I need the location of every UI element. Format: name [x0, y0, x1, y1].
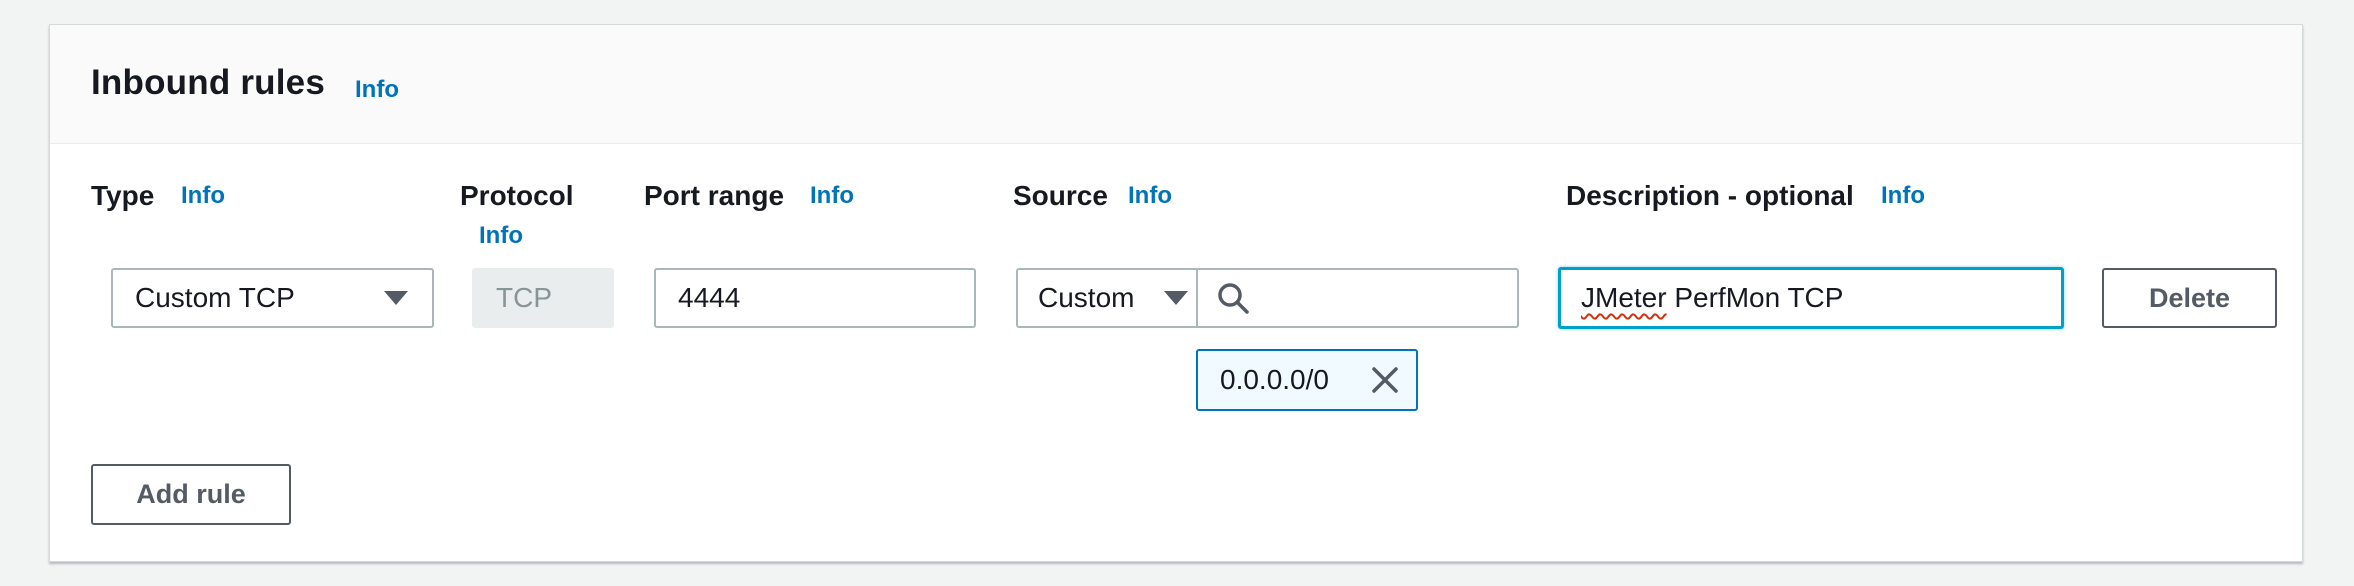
source-cidr-value: 0.0.0.0/0	[1220, 364, 1329, 395]
source-type-select[interactable]: Custom	[1016, 268, 1198, 328]
protocol-info-link[interactable]: Info	[479, 222, 523, 250]
port-range-info-link[interactable]: Info	[810, 182, 854, 210]
protocol-label: Protocol	[460, 180, 574, 211]
port-range-input[interactable]: 4444	[654, 268, 976, 328]
protocol-value: TCP	[496, 282, 552, 313]
description-value-rest: PerfMon TCP	[1666, 282, 1844, 313]
type-label: Type	[91, 180, 155, 211]
close-icon[interactable]	[1370, 365, 1400, 395]
panel-title: Inbound rules	[91, 63, 325, 102]
source-search-input[interactable]	[1196, 268, 1519, 328]
source-info-link[interactable]: Info	[1128, 182, 1172, 210]
caret-down-icon	[384, 291, 408, 305]
protocol-field: TCP	[472, 268, 614, 328]
description-label: Description - optional	[1566, 180, 1854, 211]
description-input[interactable]: JMeter PerfMon TCP	[1558, 267, 2064, 329]
type-select-value: Custom TCP	[135, 282, 295, 313]
inbound-rules-panel: Inbound rules Info Type Info Protocol In…	[49, 24, 2303, 562]
description-info-link[interactable]: Info	[1881, 182, 1925, 210]
search-icon	[1218, 283, 1249, 314]
source-type-value: Custom	[1038, 282, 1135, 313]
caret-down-icon	[1164, 291, 1188, 305]
type-info-link[interactable]: Info	[181, 182, 225, 210]
spellcheck-word: JMeter	[1581, 282, 1667, 313]
panel-header: Inbound rules Info	[50, 25, 2302, 144]
description-value: JMeter PerfMon TCP	[1561, 282, 1843, 314]
delete-rule-button[interactable]: Delete	[2102, 268, 2277, 328]
add-rule-button[interactable]: Add rule	[91, 464, 291, 525]
source-cidr-token: 0.0.0.0/0	[1196, 349, 1418, 411]
title-info-link[interactable]: Info	[355, 76, 399, 104]
port-range-label: Port range	[644, 180, 785, 211]
source-label: Source	[1013, 180, 1108, 211]
type-select[interactable]: Custom TCP	[111, 268, 434, 328]
port-range-value: 4444	[678, 282, 741, 313]
